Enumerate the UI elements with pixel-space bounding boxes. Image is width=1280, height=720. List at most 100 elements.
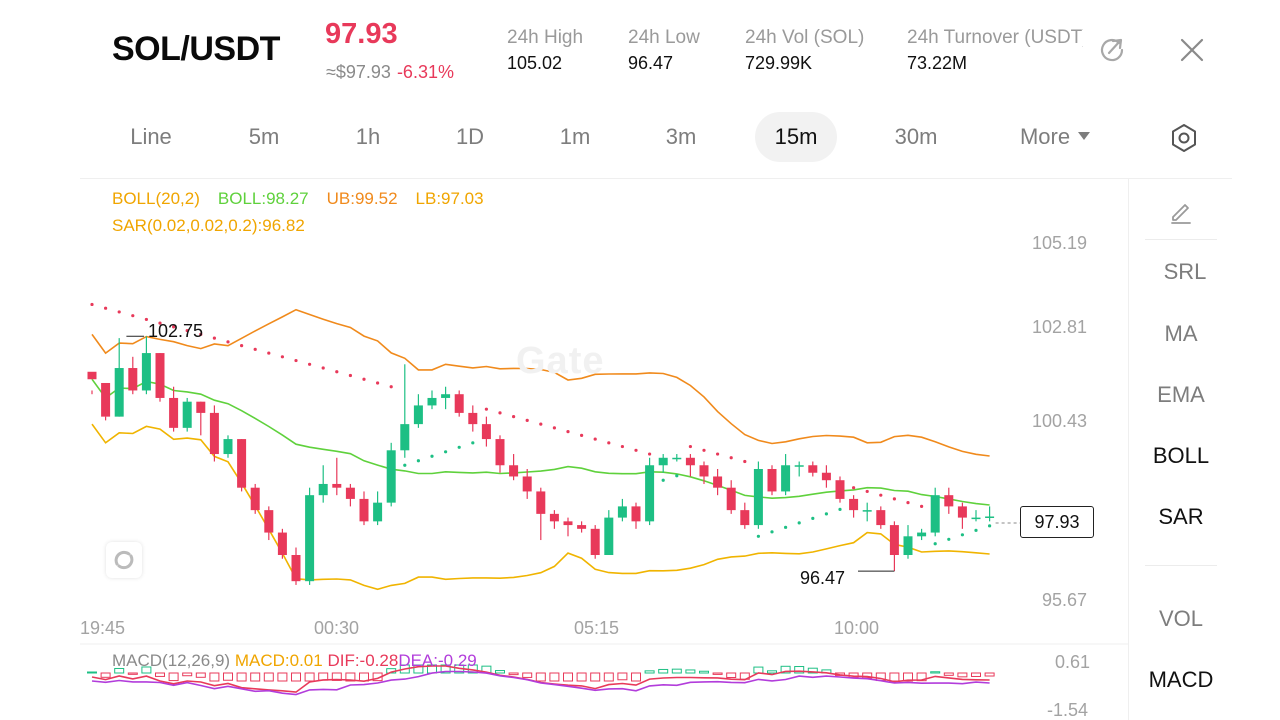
sar-dot — [852, 486, 856, 490]
boll-indicator-legend: BOLL(20,2) BOLL:98.27 UB:99.52 LB:97.03 — [112, 189, 502, 209]
candle-body — [808, 465, 818, 473]
sar-dot — [947, 537, 951, 541]
price-axis-label: 105.19 — [1032, 233, 1088, 253]
indicator-side-panel: SRL MA EMA BOLL SAR VOL MACD — [1128, 178, 1232, 720]
divider — [1145, 239, 1217, 240]
chart-settings-icon[interactable] — [1168, 122, 1200, 154]
candle-body — [604, 517, 614, 556]
indicator-sar[interactable]: SAR — [1129, 504, 1233, 530]
sar-dot — [444, 450, 448, 454]
sar-dot — [892, 497, 897, 501]
sar-dot — [212, 336, 216, 340]
tab-1d[interactable]: 1D — [432, 112, 508, 162]
sar-dot — [879, 493, 883, 497]
candle-body — [481, 424, 491, 440]
sar-dot — [729, 456, 733, 460]
tab-5m[interactable]: 5m — [226, 112, 302, 162]
pair-symbol: SOL/USDT — [112, 30, 280, 68]
stat-label: 24h Low — [628, 27, 700, 48]
candle-body — [536, 491, 546, 514]
tab-15m[interactable]: 15m — [755, 112, 837, 162]
macd-histogram-bar — [943, 672, 954, 676]
macd-indicator-legend: MACD(12,26,9) MACD:0.01 DIF:-0.28DEA:-0.… — [112, 651, 477, 671]
indicator-ma[interactable]: MA — [1129, 321, 1233, 347]
sar-dot — [90, 302, 94, 307]
candle-body — [781, 465, 791, 492]
close-icon[interactable] — [1177, 35, 1207, 65]
sar-dot — [226, 340, 230, 344]
dif-value: DIF:-0.28 — [327, 651, 399, 670]
sar-dot — [376, 381, 380, 385]
candle-body — [400, 424, 410, 451]
candle-body — [169, 397, 179, 428]
candle-body — [753, 468, 763, 526]
sar-dot — [525, 418, 529, 422]
sar-dot — [348, 373, 352, 378]
macd-value: MACD:0.01 — [234, 651, 323, 670]
tab-3m[interactable]: 3m — [643, 112, 719, 162]
macd-histogram-bar — [767, 670, 777, 674]
candle-body — [128, 368, 138, 391]
time-axis-label: 05:15 — [574, 618, 620, 638]
tab-more[interactable]: More — [1000, 112, 1110, 162]
macd-histogram-bar — [223, 672, 233, 681]
sar-dot — [321, 366, 325, 370]
candle-body — [114, 368, 124, 417]
sar-dot — [974, 528, 978, 532]
macd-histogram-bar — [930, 671, 941, 674]
tab-line[interactable]: Line — [110, 112, 192, 162]
sar-dot — [824, 512, 829, 516]
candle-body — [876, 510, 886, 526]
indicator-macd[interactable]: MACD — [1129, 667, 1233, 693]
indicator-boll[interactable]: BOLL — [1129, 443, 1233, 469]
sar-dot — [498, 411, 502, 415]
stat-value: 96.47 — [628, 53, 674, 73]
stat-24h-turnover: 24h Turnover (USDT) 73.22M — [907, 27, 1083, 74]
candle-body — [509, 465, 519, 477]
indicator-vol[interactable]: VOL — [1129, 606, 1233, 632]
candle-body — [944, 495, 954, 507]
candle-body — [726, 487, 736, 511]
tab-1m[interactable]: 1m — [537, 112, 613, 162]
time-axis-label: 19:45 — [80, 618, 126, 638]
boll-lb-value: LB:97.03 — [415, 189, 484, 208]
indicator-srl[interactable]: SRL — [1133, 259, 1237, 285]
sar-dot — [566, 430, 570, 434]
macd-histogram-bar — [576, 672, 587, 682]
macd-histogram-bar — [236, 672, 247, 682]
candle-body — [495, 439, 505, 466]
candle-body — [345, 487, 355, 499]
candle-body — [658, 457, 668, 466]
reset-chart-button[interactable] — [106, 542, 142, 578]
sar-dot — [253, 347, 257, 351]
boll-ub-value: UB:99.52 — [326, 189, 398, 208]
candle-body — [468, 412, 478, 425]
candle-body — [441, 394, 451, 398]
macd-histogram-bar — [155, 672, 165, 677]
candle-body — [522, 476, 532, 492]
macd-histogram-bar — [563, 672, 573, 682]
sar-dot — [471, 441, 475, 445]
stat-24h-low: 24h Low 96.47 — [628, 27, 700, 74]
tab-more-label: More — [1019, 124, 1071, 149]
sar-dot — [335, 370, 339, 374]
tab-30m[interactable]: 30m — [874, 112, 958, 162]
candle-body — [563, 521, 573, 526]
macd-histogram-bar — [671, 668, 682, 674]
sar-dot — [756, 534, 761, 538]
tab-1h[interactable]: 1h — [330, 112, 406, 162]
fiat-price: ≈$97.93 — [326, 62, 391, 82]
sar-dot — [743, 459, 747, 464]
stat-value: 105.02 — [507, 53, 563, 73]
macd-axis-label: -1.54 — [1047, 700, 1089, 720]
candle-body — [631, 506, 641, 522]
sar-dot — [539, 422, 543, 426]
sar-dot — [484, 407, 488, 411]
candle-body — [917, 532, 927, 537]
candle-body — [740, 510, 750, 526]
draw-pencil-icon[interactable] — [1167, 197, 1195, 225]
candle-body — [821, 472, 831, 481]
macd-histogram-bar — [712, 672, 723, 675]
indicator-ema[interactable]: EMA — [1129, 382, 1233, 408]
rotate-fullscreen-icon[interactable] — [1097, 35, 1127, 65]
